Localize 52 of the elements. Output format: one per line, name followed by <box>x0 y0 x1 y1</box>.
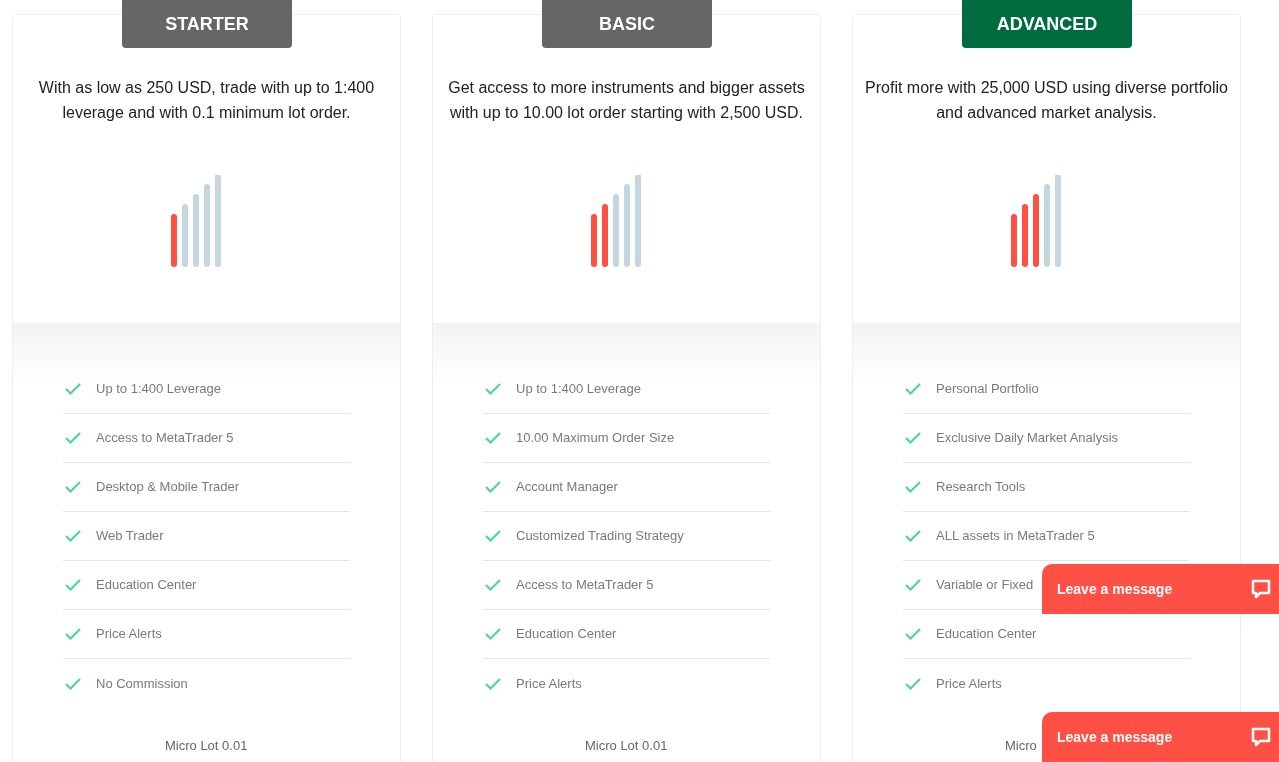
plan-description: Profit more with 25,000 USD using diverse portfolio and advanced market analysis. <box>864 78 1229 123</box>
feature-text: No Commission <box>96 674 188 693</box>
check-icon <box>485 432 501 444</box>
check-icon <box>905 383 921 395</box>
check-icon <box>485 530 501 542</box>
check-icon <box>905 432 921 444</box>
feature-text: Access to MetaTrader 5 <box>96 429 234 448</box>
feature-text: Education Center <box>936 625 1037 644</box>
feature-text: Price Alerts <box>936 674 1002 693</box>
lot-size-text: Micro Lot 0.01 <box>165 737 248 755</box>
feature-text: Education Center <box>96 576 197 595</box>
check-icon <box>485 383 501 395</box>
chat-bubble-icon <box>1250 578 1272 600</box>
feature-text: Web Trader <box>96 527 164 546</box>
feature-text: Education Center <box>516 625 617 644</box>
check-icon <box>905 628 921 640</box>
feature-text: Up to 1:400 Leverage <box>96 380 222 399</box>
lot-size-text: Micro Lot 0.01 <box>585 737 668 755</box>
check-icon <box>485 677 501 690</box>
check-icon <box>65 432 81 444</box>
feature-text: Up to 1:400 Leverage <box>516 380 642 399</box>
check-icon <box>485 481 501 493</box>
check-icon <box>905 530 921 542</box>
feature-text: ALL assets in MetaTrader 5 <box>936 527 1095 546</box>
check-icon <box>485 628 501 640</box>
feature-text: Access to MetaTrader 5 <box>516 576 654 595</box>
leave-message-button[interactable]: Leave a message <box>1042 564 1279 614</box>
chat-bubble-icon <box>1250 726 1272 748</box>
feature-text: Research Tools <box>936 478 1026 497</box>
check-icon <box>905 677 921 690</box>
feature-text: Desktop & Mobile Trader <box>96 478 240 497</box>
check-icon <box>65 383 81 395</box>
check-icon <box>905 579 921 591</box>
lot-size-text: Micro <box>1005 737 1037 755</box>
check-icon <box>65 628 81 640</box>
check-icon <box>65 530 81 542</box>
feature-text: Account Manager <box>516 478 618 497</box>
check-icon <box>485 579 501 591</box>
feature-text: Variable or Fixed <box>936 576 1034 595</box>
feature-text: Price Alerts <box>96 625 162 644</box>
check-icon <box>65 579 81 591</box>
leave-message-button[interactable]: Leave a message <box>1042 712 1279 762</box>
feature-text: Customized Trading Strategy <box>516 527 684 546</box>
check-icon <box>65 677 81 690</box>
check-icon <box>65 481 81 493</box>
feature-text: Exclusive Daily Market Analysis <box>936 429 1119 448</box>
feature-text: 10.00 Maximum Order Size <box>516 429 675 448</box>
plan-description: Get access to more instruments and bigger assets with up to 10.00 lot order starting with 2,500 USD. <box>447 78 806 123</box>
plan-description: With as low as 250 USD, trade with up to 1:400 leverage and with 0.1 minimum lot order. <box>37 78 376 123</box>
feature-text: Personal Portfolio <box>936 380 1039 399</box>
feature-text: Price Alerts <box>516 674 582 693</box>
check-icon <box>905 481 921 493</box>
